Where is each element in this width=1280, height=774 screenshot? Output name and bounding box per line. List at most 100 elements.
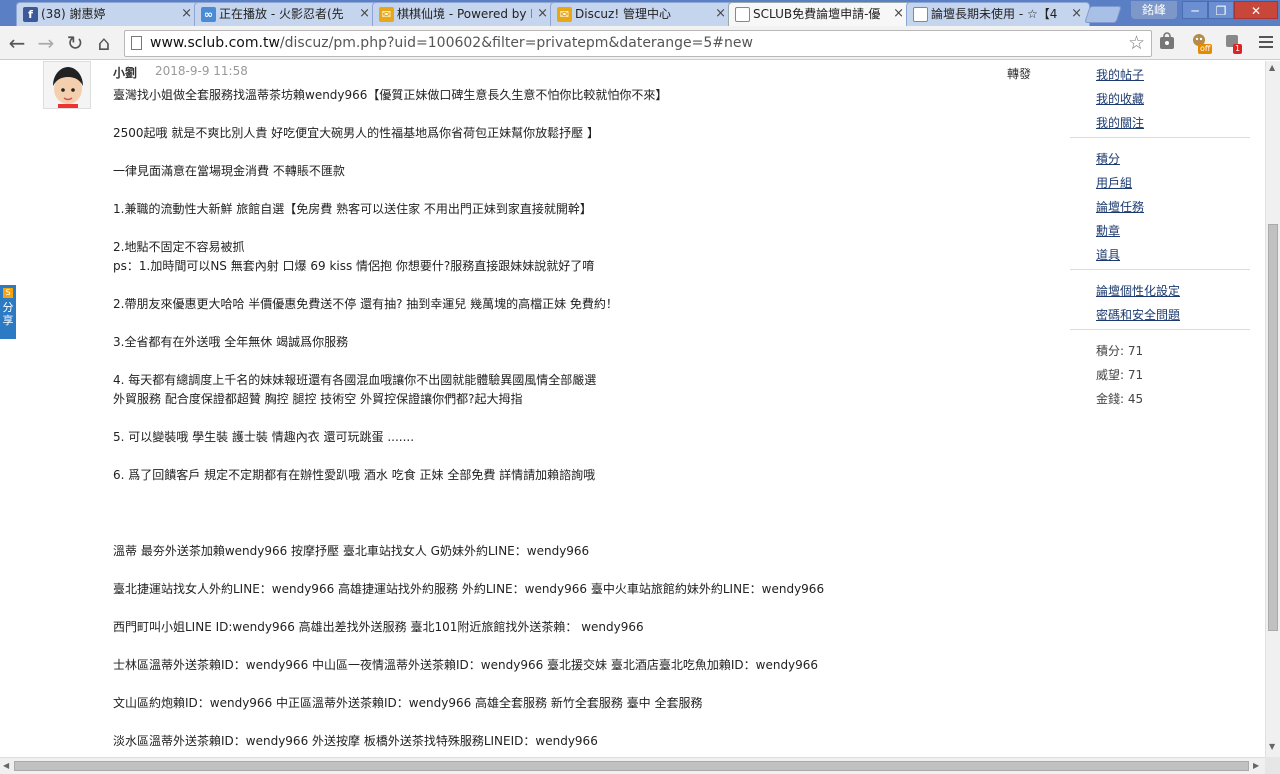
close-tab-icon[interactable]: ×	[537, 3, 548, 25]
message-line: 外貿服務 配合度保證都超贊 胸控 腿控 技術空 外貿控保證讓你們都?起大拇指	[113, 392, 523, 406]
sidebar-divider	[1070, 137, 1250, 138]
tab-label: SCLUB免費論壇申請-優	[753, 7, 881, 21]
scroll-up-icon[interactable]: ▲	[1269, 63, 1275, 72]
sidebar-link-user-group[interactable]: 用戶組	[1096, 174, 1132, 191]
shopping-bag-icon[interactable]	[1156, 32, 1178, 54]
tab-sclub[interactable]: SCLUB免費論壇申請-優 ×	[728, 2, 912, 27]
scrollbar-corner	[1265, 757, 1280, 774]
share-label: 分	[2, 301, 14, 314]
share-logo-icon: S	[3, 288, 13, 298]
message-line	[113, 352, 1053, 371]
message-line	[113, 599, 1053, 618]
sidebar-link-medals[interactable]: 勳章	[1096, 222, 1120, 239]
tab-strip: f (38) 謝惠婷 × ∞ 正在播放 - 火影忍者(先 × ✉ 棋棋仙境 - …	[0, 0, 1280, 27]
sidebar-link-my-posts[interactable]: 我的帖子	[1096, 66, 1144, 83]
home-button[interactable]: ⌂	[91, 30, 117, 56]
tab-label: (38) 謝惠婷	[41, 7, 106, 21]
close-tab-icon[interactable]: ×	[1071, 3, 1082, 25]
share-label: 享	[2, 314, 14, 327]
forward-link[interactable]: 轉發	[1007, 65, 1031, 82]
close-tab-icon[interactable]: ×	[715, 3, 726, 25]
stat-money: 金錢: 45	[1096, 392, 1144, 406]
tab-label: 棋棋仙境 - Powered by D	[397, 7, 532, 21]
message-line	[113, 485, 1053, 504]
message-line: 6. 爲了回饋客戶 規定不定期都有在辦性愛趴哦 酒水 吃食 正妹 全部免費 詳情…	[113, 468, 596, 482]
message-line: 4. 每天都有總調度上千名的妹妹報班還有各國混血哦讓你不出國就能體驗異國風情全部…	[113, 373, 597, 387]
message-line	[113, 276, 1053, 295]
sidebar-link-my-favorites[interactable]: 我的收藏	[1096, 90, 1144, 107]
message-line: 5. 可以變裝哦 學生裝 護士裝 情趣內衣 還可玩跳蛋 .......	[113, 430, 415, 444]
tab-label: Discuz! 管理中心	[575, 7, 671, 21]
discuz-icon: ✉	[379, 7, 394, 22]
page-content: 小劉 2018-9-9 11:58 轉發 臺灣找小姐做全套服務找溫蒂茶坊賴wen…	[0, 61, 1265, 757]
message-line	[113, 219, 1053, 238]
extension-off-icon[interactable]: off	[1188, 32, 1213, 54]
message-line: 西門町叫小姐LINE ID:wendy966 高雄出差找外送服務 臺北101附近…	[113, 620, 644, 634]
sidebar-link-tasks[interactable]: 論壇任務	[1096, 198, 1144, 215]
scroll-left-icon[interactable]: ◀	[3, 761, 9, 770]
share-widget[interactable]: S 分 享	[0, 285, 16, 339]
sidebar-link-credits[interactable]: 積分	[1096, 150, 1120, 167]
page-icon	[913, 7, 928, 22]
new-tab-button[interactable]	[1084, 6, 1122, 23]
forward-button[interactable]: →	[33, 30, 59, 56]
message-line	[113, 105, 1053, 124]
restore-button[interactable]: ❐	[1208, 1, 1234, 19]
message-body: 臺灣找小姐做全套服務找溫蒂茶坊賴wendy966【優質正妹做口碑生意長久生意不怕…	[113, 86, 1053, 751]
url-text: www.sclub.com.tw/discuz/pm.php?uid=10060…	[150, 35, 753, 51]
message-line: 2500起哦 就是不爽比別人貴 好吃便宜大碗男人的性福基地爲你省荷包正妹幫你放鬆…	[113, 126, 599, 140]
sidebar-divider	[1070, 269, 1250, 270]
browser-toolbar: ← → ↻ ⌂ www.sclub.com.tw/discuz/pm.php?u…	[0, 26, 1280, 60]
sidebar-link-password-security[interactable]: 密碼和安全問題	[1096, 306, 1180, 323]
post-time: 2018-9-9 11:58	[155, 64, 248, 78]
message-line	[113, 314, 1053, 333]
notification-icon[interactable]: 1	[1221, 32, 1243, 54]
message-line: 3.全省都有在外送哦 全年無休 竭誠爲你服務	[113, 335, 349, 349]
close-tab-icon[interactable]: ×	[359, 3, 370, 25]
stat-credits: 積分: 71	[1096, 344, 1144, 358]
avatar[interactable]	[43, 61, 91, 109]
off-badge: off	[1198, 44, 1213, 54]
back-button[interactable]: ←	[4, 30, 30, 56]
message-line: ps：1.加時間可以NS 無套內射 口爆 69 kiss 情侶抱 你想要什?服務…	[113, 259, 595, 273]
sidebar-link-items[interactable]: 道具	[1096, 246, 1120, 263]
discuz-icon: ✉	[557, 7, 572, 22]
vertical-scroll-thumb[interactable]	[1268, 224, 1278, 631]
message-line	[113, 181, 1053, 200]
message-line: 2.帶朋友來優惠更大哈哈 半價優惠免費送不停 還有抽? 抽到幸運兒 幾萬塊的高檔…	[113, 297, 618, 311]
close-tab-icon[interactable]: ×	[181, 3, 192, 25]
message-line	[113, 143, 1053, 162]
message-line: 2.地點不固定不容易被抓	[113, 240, 245, 254]
close-tab-icon[interactable]: ×	[893, 3, 904, 25]
message-line	[113, 713, 1053, 732]
message-line	[113, 504, 1053, 523]
post-author[interactable]: 小劉	[113, 64, 137, 81]
message-line	[113, 409, 1053, 428]
chrome-menu-icon[interactable]	[1254, 30, 1278, 56]
message-line	[113, 561, 1053, 580]
tab-qiqi-forum[interactable]: ✉ 棋棋仙境 - Powered by D ×	[372, 2, 556, 26]
message-line: 文山區約炮賴ID：wendy966 中正區溫蒂外送茶賴ID：wendy966 高…	[113, 696, 703, 710]
message-line	[113, 675, 1053, 694]
sidebar-link-personalize[interactable]: 論壇個性化設定	[1096, 282, 1180, 299]
scroll-down-icon[interactable]: ▼	[1269, 742, 1275, 751]
message-line	[113, 523, 1053, 542]
sidebar-divider	[1070, 329, 1250, 330]
bookmark-star-icon[interactable]: ☆	[1128, 32, 1145, 54]
minimize-button[interactable]: ─	[1182, 1, 1208, 19]
close-window-button[interactable]: ✕	[1234, 1, 1278, 19]
scroll-right-icon[interactable]: ▶	[1253, 761, 1259, 770]
address-bar[interactable]: www.sclub.com.tw/discuz/pm.php?uid=10060…	[124, 30, 1152, 57]
horizontal-scroll-thumb[interactable]	[14, 761, 1249, 771]
sidebar-link-my-following[interactable]: 我的關注	[1096, 114, 1144, 131]
tab-naruto[interactable]: ∞ 正在播放 - 火影忍者(先 ×	[194, 2, 378, 26]
message-line: 士林區溫蒂外送茶賴ID：wendy966 中山區一夜情溫蒂外送茶賴ID：wend…	[113, 658, 819, 672]
message-line	[113, 637, 1053, 656]
tab-discuz-admin[interactable]: ✉ Discuz! 管理中心 ×	[550, 2, 734, 26]
horizontal-scrollbar[interactable]: ◀ ▶	[0, 757, 1265, 774]
vertical-scrollbar[interactable]: ▲ ▼	[1265, 61, 1280, 757]
reload-button[interactable]: ↻	[62, 30, 88, 56]
tab-facebook[interactable]: f (38) 謝惠婷 ×	[16, 2, 200, 26]
profile-button[interactable]: 銘峰	[1131, 1, 1177, 19]
tab-forum-unused[interactable]: 論壇長期未使用 - ☆【4 ×	[906, 2, 1090, 26]
